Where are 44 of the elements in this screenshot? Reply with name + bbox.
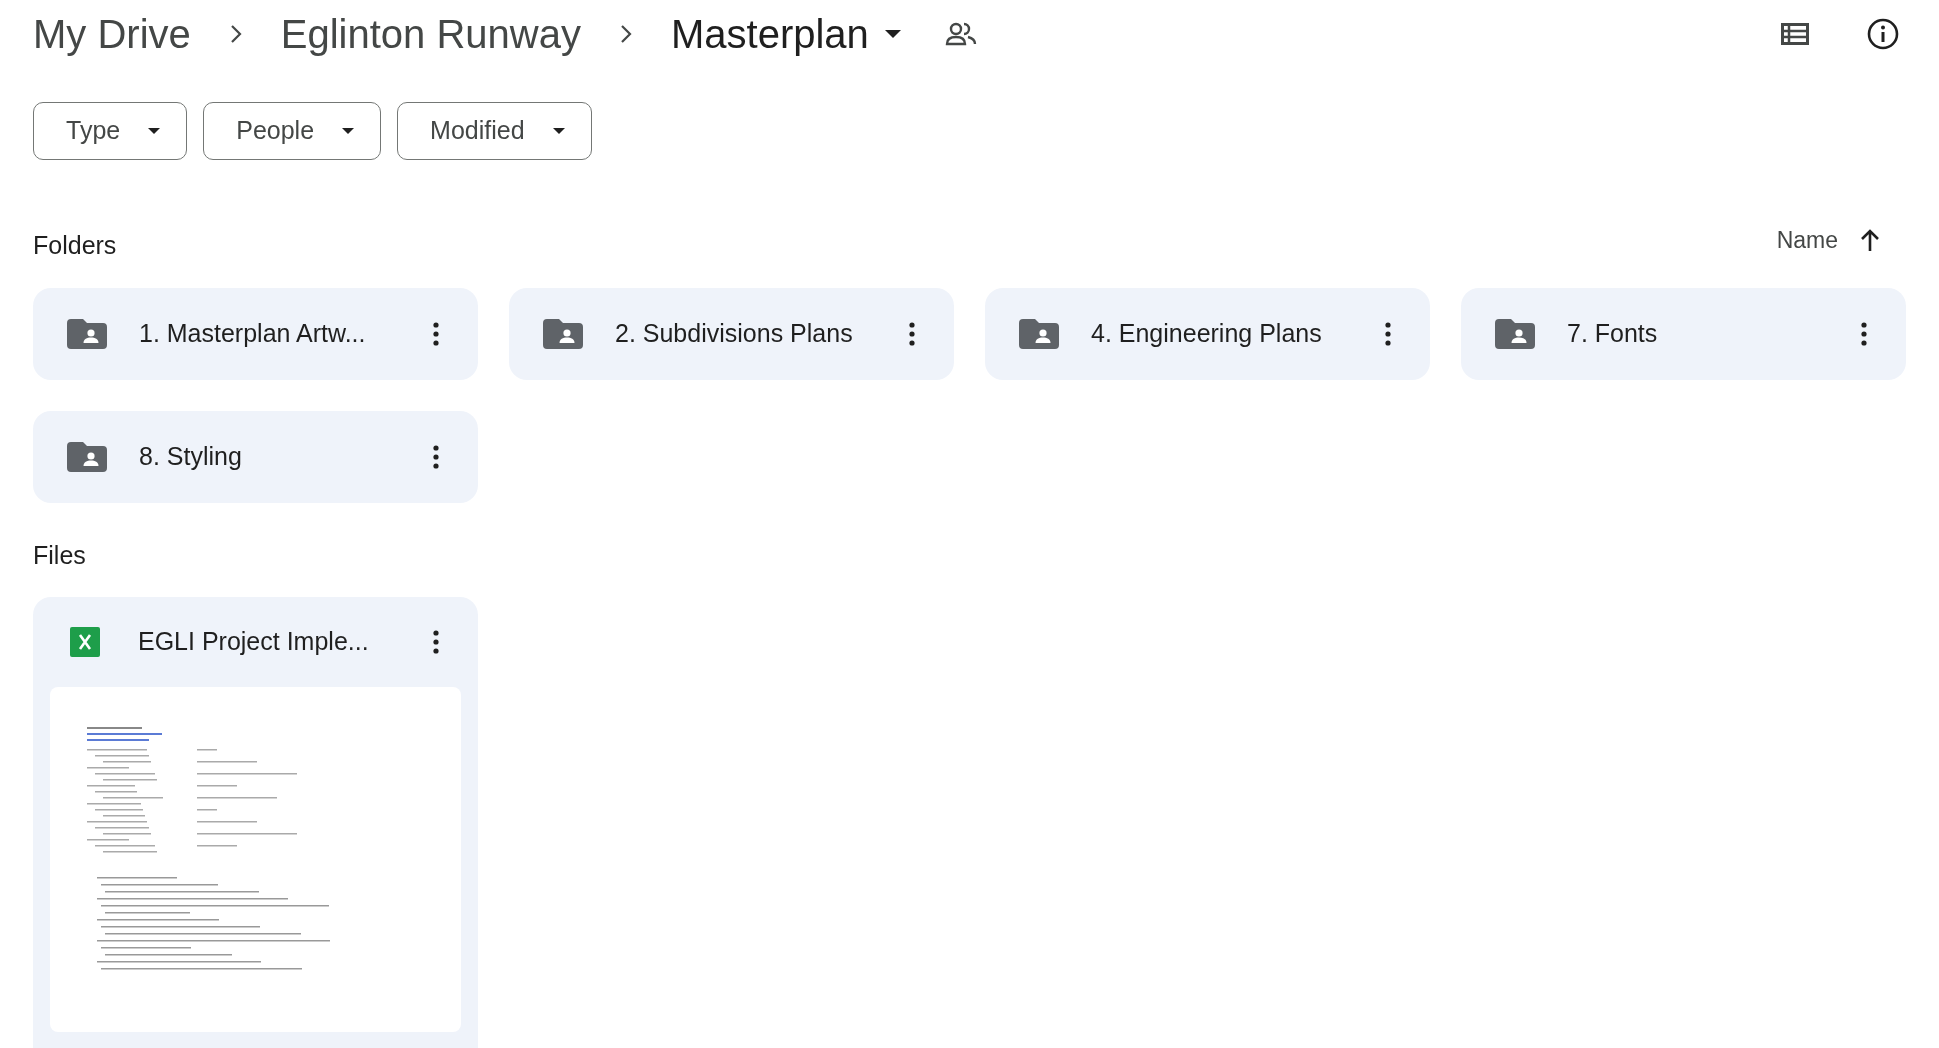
info-icon: [1867, 18, 1899, 50]
folder-card[interactable]: 7. Fonts: [1461, 288, 1906, 380]
more-vertical-icon: [1861, 322, 1867, 346]
caret-icon: [552, 128, 565, 134]
breadcrumb-link[interactable]: Eglinton Runway: [280, 4, 581, 64]
spreadsheet-icon: [70, 626, 100, 657]
filter-chip[interactable]: Modified: [397, 102, 592, 160]
shared-folder-icon: [67, 319, 107, 349]
folder-card[interactable]: 8. Styling: [33, 411, 478, 503]
breadcrumb-link[interactable]: My Drive: [33, 4, 191, 64]
shared-folder-icon: [1019, 319, 1059, 349]
folder-card[interactable]: 4. Engineering Plans: [985, 288, 1430, 380]
more-vertical-icon: [1385, 322, 1391, 346]
folder-name: 8. Styling: [139, 441, 242, 473]
folder-name: 1. Masterplan Artw...: [139, 318, 366, 350]
info-button[interactable]: [1866, 17, 1900, 51]
folder-name: 4. Engineering Plans: [1091, 318, 1322, 350]
filter-chip[interactable]: People: [203, 102, 382, 160]
more-vertical-icon: [433, 445, 439, 469]
chevron-right-icon: [228, 23, 243, 45]
more-vertical-icon: [433, 629, 439, 654]
folder-name: 2. Subdivisions Plans: [615, 318, 853, 350]
more-vertical-icon: [433, 322, 439, 346]
section-heading: Folders: [33, 230, 117, 262]
caret-icon: [342, 128, 355, 134]
people-icon: [944, 21, 977, 47]
file-name: EGLI Project Imple...: [138, 625, 369, 657]
caret-icon: [884, 30, 901, 38]
folder-name: 7. Fonts: [1567, 318, 1658, 350]
section-heading: Files: [33, 540, 86, 571]
arrow-up-icon: [1860, 228, 1880, 252]
shared-folder-icon: [1495, 319, 1535, 349]
shared-folder-icon: [67, 442, 107, 472]
sort-button[interactable]: Name: [1776, 222, 1880, 258]
chevron-right-icon: [618, 23, 633, 45]
filter-chip[interactable]: Type: [33, 102, 188, 160]
folder-card[interactable]: 2. Subdivisions Plans: [509, 288, 954, 380]
shared-folder-icon: [543, 319, 583, 349]
folder-card[interactable]: 1. Masterplan Artw...: [33, 288, 478, 380]
more-vertical-icon: [909, 322, 915, 346]
file-card[interactable]: EGLI Project Imple...: [33, 596, 478, 1048]
list-view-icon: [1781, 23, 1809, 45]
current-folder-button[interactable]: Masterplan: [670, 4, 901, 64]
caret-icon: [148, 128, 161, 134]
